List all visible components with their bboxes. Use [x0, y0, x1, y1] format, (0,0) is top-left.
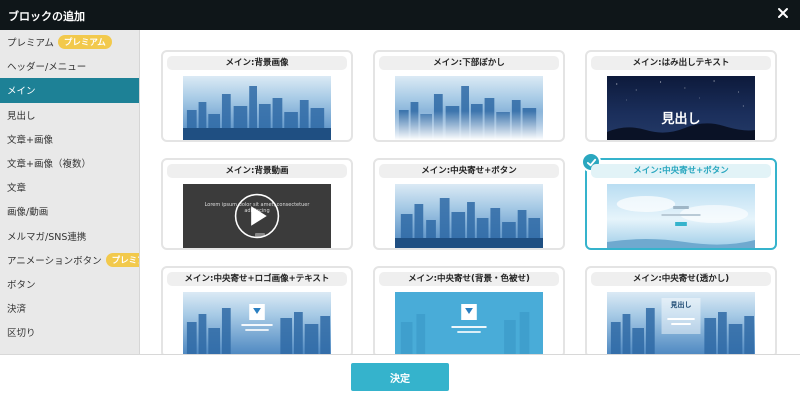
city-logo-thumbnail: [183, 292, 331, 354]
sky-thumbnail: [607, 184, 755, 248]
premium-badge: プレミアム: [105, 252, 139, 267]
sidebar-item-header-menu[interactable]: ヘッダー/メニュー: [0, 54, 139, 78]
sidebar-item-image-video[interactable]: 画像/動画: [0, 199, 139, 223]
sidebar-item-label: 文章+画像（複数）: [7, 159, 91, 171]
sidebar-item-label: 文章+画像: [7, 134, 53, 146]
block-card-label: メイン:中央寄せ(透かし): [591, 272, 771, 286]
sidebar-item-label: ヘッダー/メニュー: [7, 62, 87, 74]
sidebar-item-label: メイン: [7, 86, 36, 98]
sidebar-item-main[interactable]: メイン: [0, 78, 139, 103]
sidebar-item-label: アニメーションボタン: [7, 255, 102, 267]
block-card-label: メイン:背景動画: [167, 164, 347, 178]
block-gallery: メイン:背景画像 メイン:下部ぼかし メイン:はみ出しテキスト 見出し メイン:…: [141, 30, 800, 354]
block-card-main-bottom-blur[interactable]: メイン:下部ぼかし: [373, 50, 565, 142]
city-fade-thumbnail: [395, 76, 543, 140]
block-card-label: メイン:中央寄せ+ボタン: [379, 164, 559, 178]
block-card-main-center-logo-text[interactable]: メイン:中央寄せ+ロゴ画像+テキスト: [161, 266, 353, 354]
block-card-main-center-button-selected[interactable]: メイン:中央寄せ+ボタン: [581, 152, 777, 250]
sidebar-item-payment[interactable]: 決済: [0, 296, 139, 320]
thumbnail-heading: 見出し: [670, 301, 692, 309]
close-icon[interactable]: [776, 6, 790, 20]
block-card-label: メイン:はみ出しテキスト: [591, 56, 771, 70]
block-card-main-bg-image[interactable]: メイン:背景画像: [161, 50, 353, 142]
sidebar-item-text[interactable]: 文章: [0, 175, 139, 199]
category-sidebar: プレミアム プレミアム ヘッダー/メニュー メイン 見出し 文章+画像 文章+画…: [0, 30, 140, 354]
sidebar-item-label: 文章: [7, 183, 27, 195]
block-card-label: メイン:中央寄せ+ボタン: [591, 164, 771, 178]
sidebar-item-heading[interactable]: 見出し: [0, 103, 139, 127]
teal-overlay-thumbnail: [395, 292, 543, 354]
block-card-main-bg-video[interactable]: メイン:背景動画 Lorem ipsum dolor sit amet, con…: [161, 158, 353, 250]
block-card-label: メイン:中央寄せ+ロゴ画像+テキスト: [167, 272, 347, 286]
block-card-main-overflow-text[interactable]: メイン:はみ出しテキスト 見出し: [585, 50, 777, 142]
night-sky-thumbnail: 見出し: [607, 76, 755, 140]
premium-badge: プレミアム: [57, 35, 112, 50]
dialog-titlebar: ブロックの追加: [0, 0, 800, 30]
decide-button[interactable]: 決定: [351, 363, 449, 391]
thumbnail-heading: 見出し: [661, 112, 701, 127]
sidebar-item-label: メルマガ/SNS連携: [7, 231, 87, 243]
block-card-label: メイン:背景画像: [167, 56, 347, 70]
block-card-label: メイン:中央寄せ(背景・色被せ): [379, 272, 559, 286]
sidebar-item-newsletter-sns[interactable]: メルマガ/SNS連携: [0, 224, 139, 248]
block-card-main-center-button[interactable]: メイン:中央寄せ+ボタン: [373, 158, 565, 250]
city-thumbnail: [395, 184, 543, 248]
city-box-thumbnail: 見出し: [607, 292, 755, 354]
sidebar-item-button[interactable]: ボタン: [0, 272, 139, 296]
play-icon: [234, 193, 280, 239]
sidebar-item-label: 画像/動画: [7, 207, 49, 219]
dialog-footer: 決定: [0, 354, 800, 400]
city-thumbnail: [183, 76, 331, 140]
block-card-main-center-color-overlay[interactable]: メイン:中央寄せ(背景・色被せ): [373, 266, 565, 354]
sidebar-item-label: 区切り: [7, 328, 36, 340]
video-thumbnail: Lorem ipsum dolor sit amet, consectetuer…: [183, 184, 331, 248]
sidebar-item-label: 見出し: [7, 110, 36, 122]
sidebar-item-label: 決済: [7, 304, 27, 316]
sidebar-item-animation-button[interactable]: アニメーションボタン プレミアム: [0, 248, 139, 272]
sidebar-item-premium[interactable]: プレミアム プレミアム: [0, 30, 139, 54]
sidebar-item-label: ボタン: [7, 279, 36, 291]
block-card-label: メイン:下部ぼかし: [379, 56, 559, 70]
dialog-title: ブロックの追加: [8, 10, 85, 23]
sidebar-item-label: プレミアム: [7, 38, 54, 50]
block-card-main-center-transparent[interactable]: メイン:中央寄せ(透かし) 見出し: [585, 266, 777, 354]
sidebar-item-divider[interactable]: 区切り: [0, 320, 139, 344]
sidebar-item-text-image-multi[interactable]: 文章+画像（複数）: [0, 151, 139, 175]
sidebar-item-text-image[interactable]: 文章+画像: [0, 127, 139, 151]
